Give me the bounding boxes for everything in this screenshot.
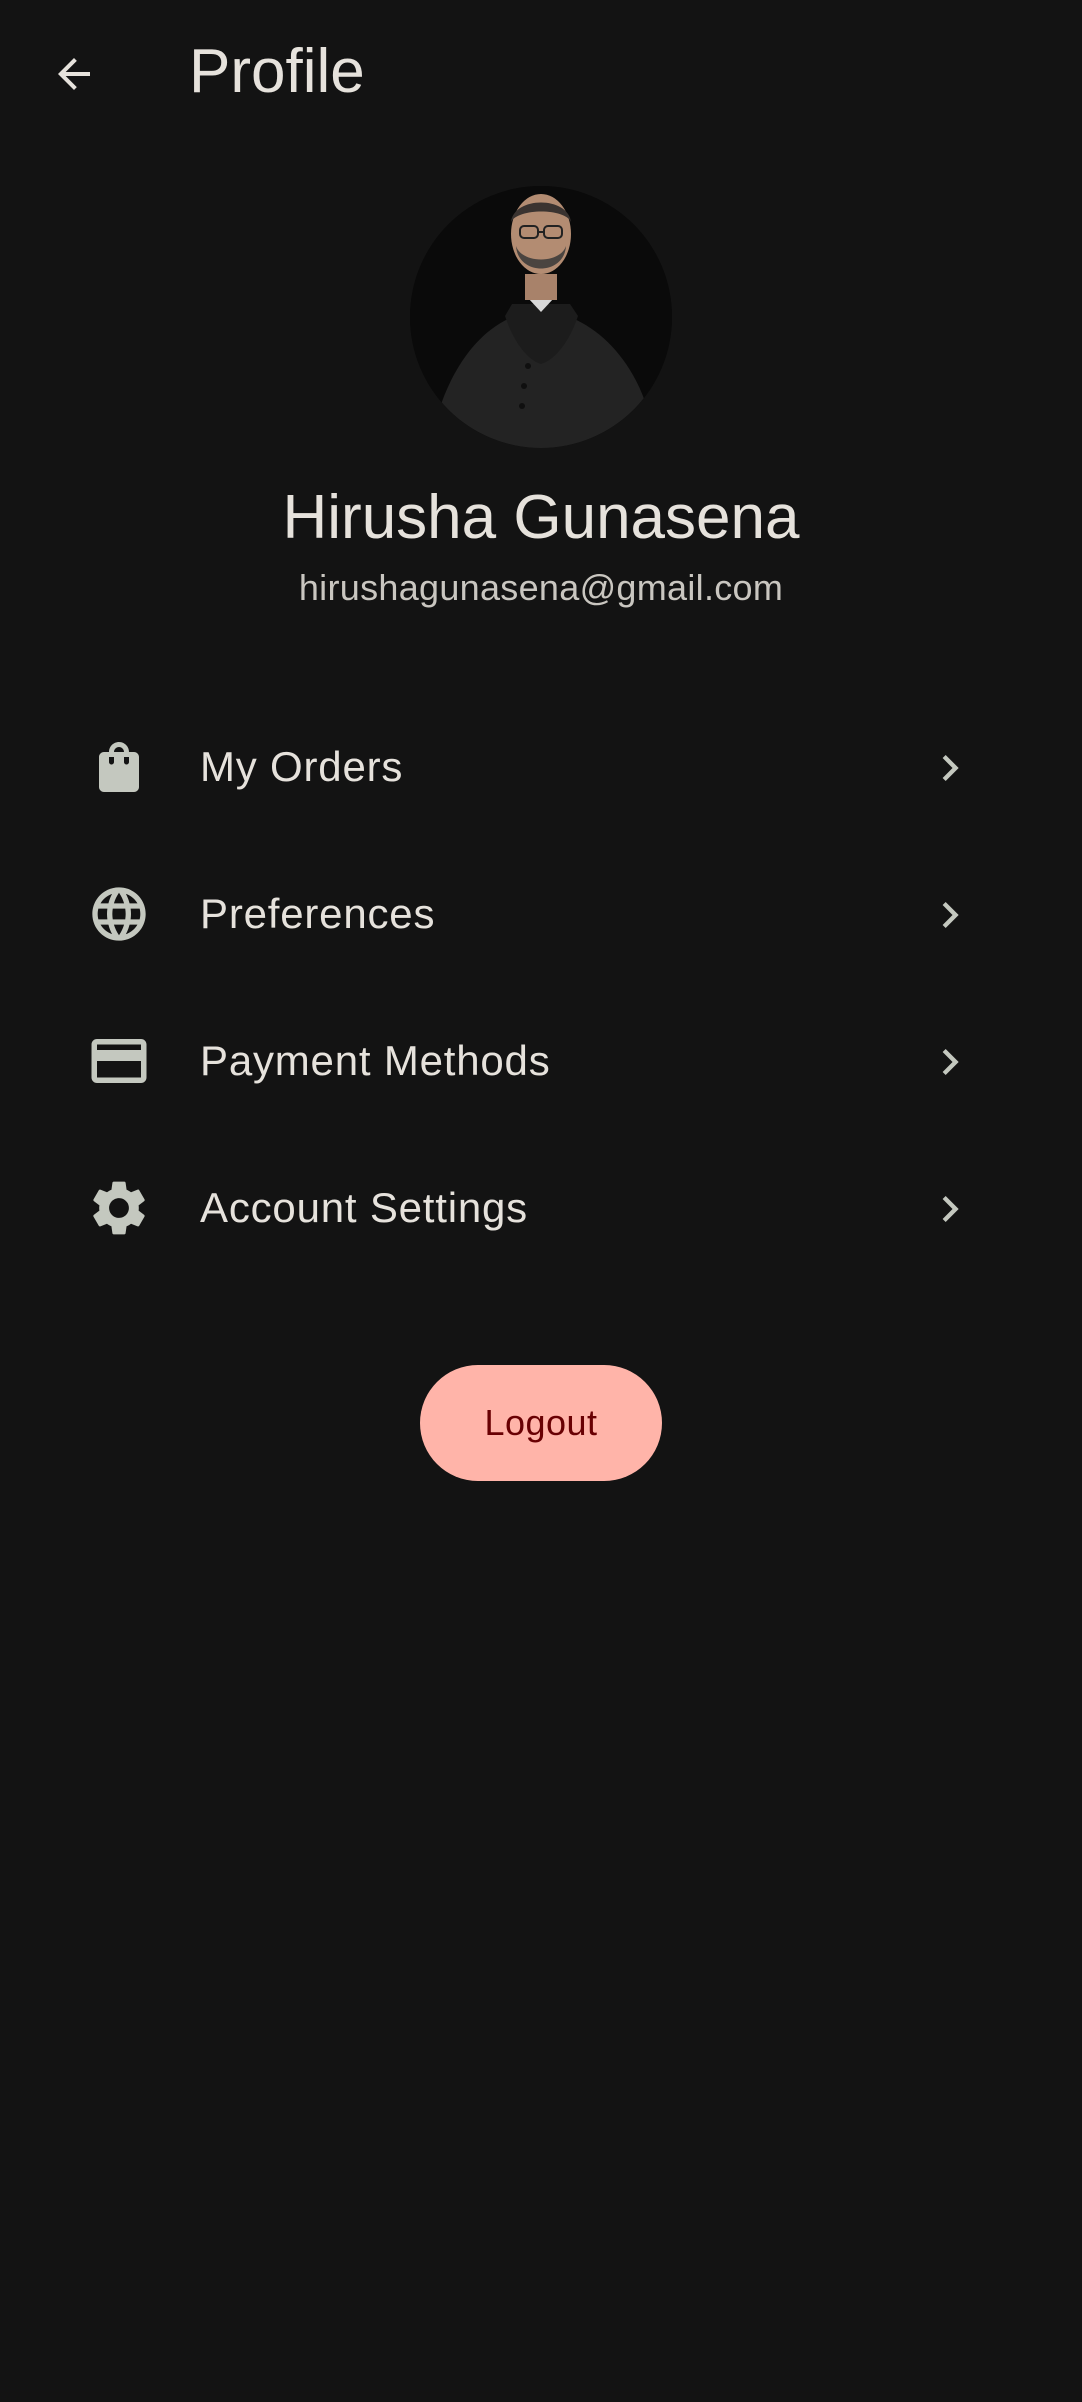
menu-item-preferences[interactable]: Preferences: [0, 839, 1082, 986]
user-email: hirushagunasena@gmail.com: [298, 567, 784, 608]
chevron-right-icon: [922, 740, 978, 796]
chevron-right-icon: [922, 1034, 978, 1090]
menu-item-label: Account Settings: [200, 1184, 528, 1231]
menu-item-label: My Orders: [200, 743, 404, 790]
menu-item-label: Preferences: [200, 890, 436, 937]
logout-button[interactable]: Logout: [420, 1365, 662, 1481]
arrow-back-icon: [58, 58, 90, 90]
user-name: Hirusha Gunasena: [282, 483, 800, 552]
globe-icon: [86, 881, 152, 947]
chevron-right-icon: [922, 1181, 978, 1237]
menu-item-label: Payment Methods: [200, 1037, 551, 1084]
menu-item-account-settings[interactable]: Account Settings: [0, 1133, 1082, 1280]
chevron-right-icon: [922, 887, 978, 943]
gear-icon: [86, 1175, 152, 1241]
menu-item-payment-methods[interactable]: Payment Methods: [0, 986, 1082, 1133]
app-bar: Profile: [0, 0, 1082, 146]
shopping-bag-icon: [86, 734, 152, 800]
profile-menu: My Orders Preferences Payment Methods Ac…: [0, 692, 1082, 1280]
credit-card-icon: [86, 1028, 152, 1094]
back-button[interactable]: [40, 40, 108, 108]
page-title: Profile: [189, 37, 365, 106]
avatar: [410, 186, 672, 448]
menu-item-my-orders[interactable]: My Orders: [0, 692, 1082, 839]
avatar-image: [410, 186, 672, 448]
